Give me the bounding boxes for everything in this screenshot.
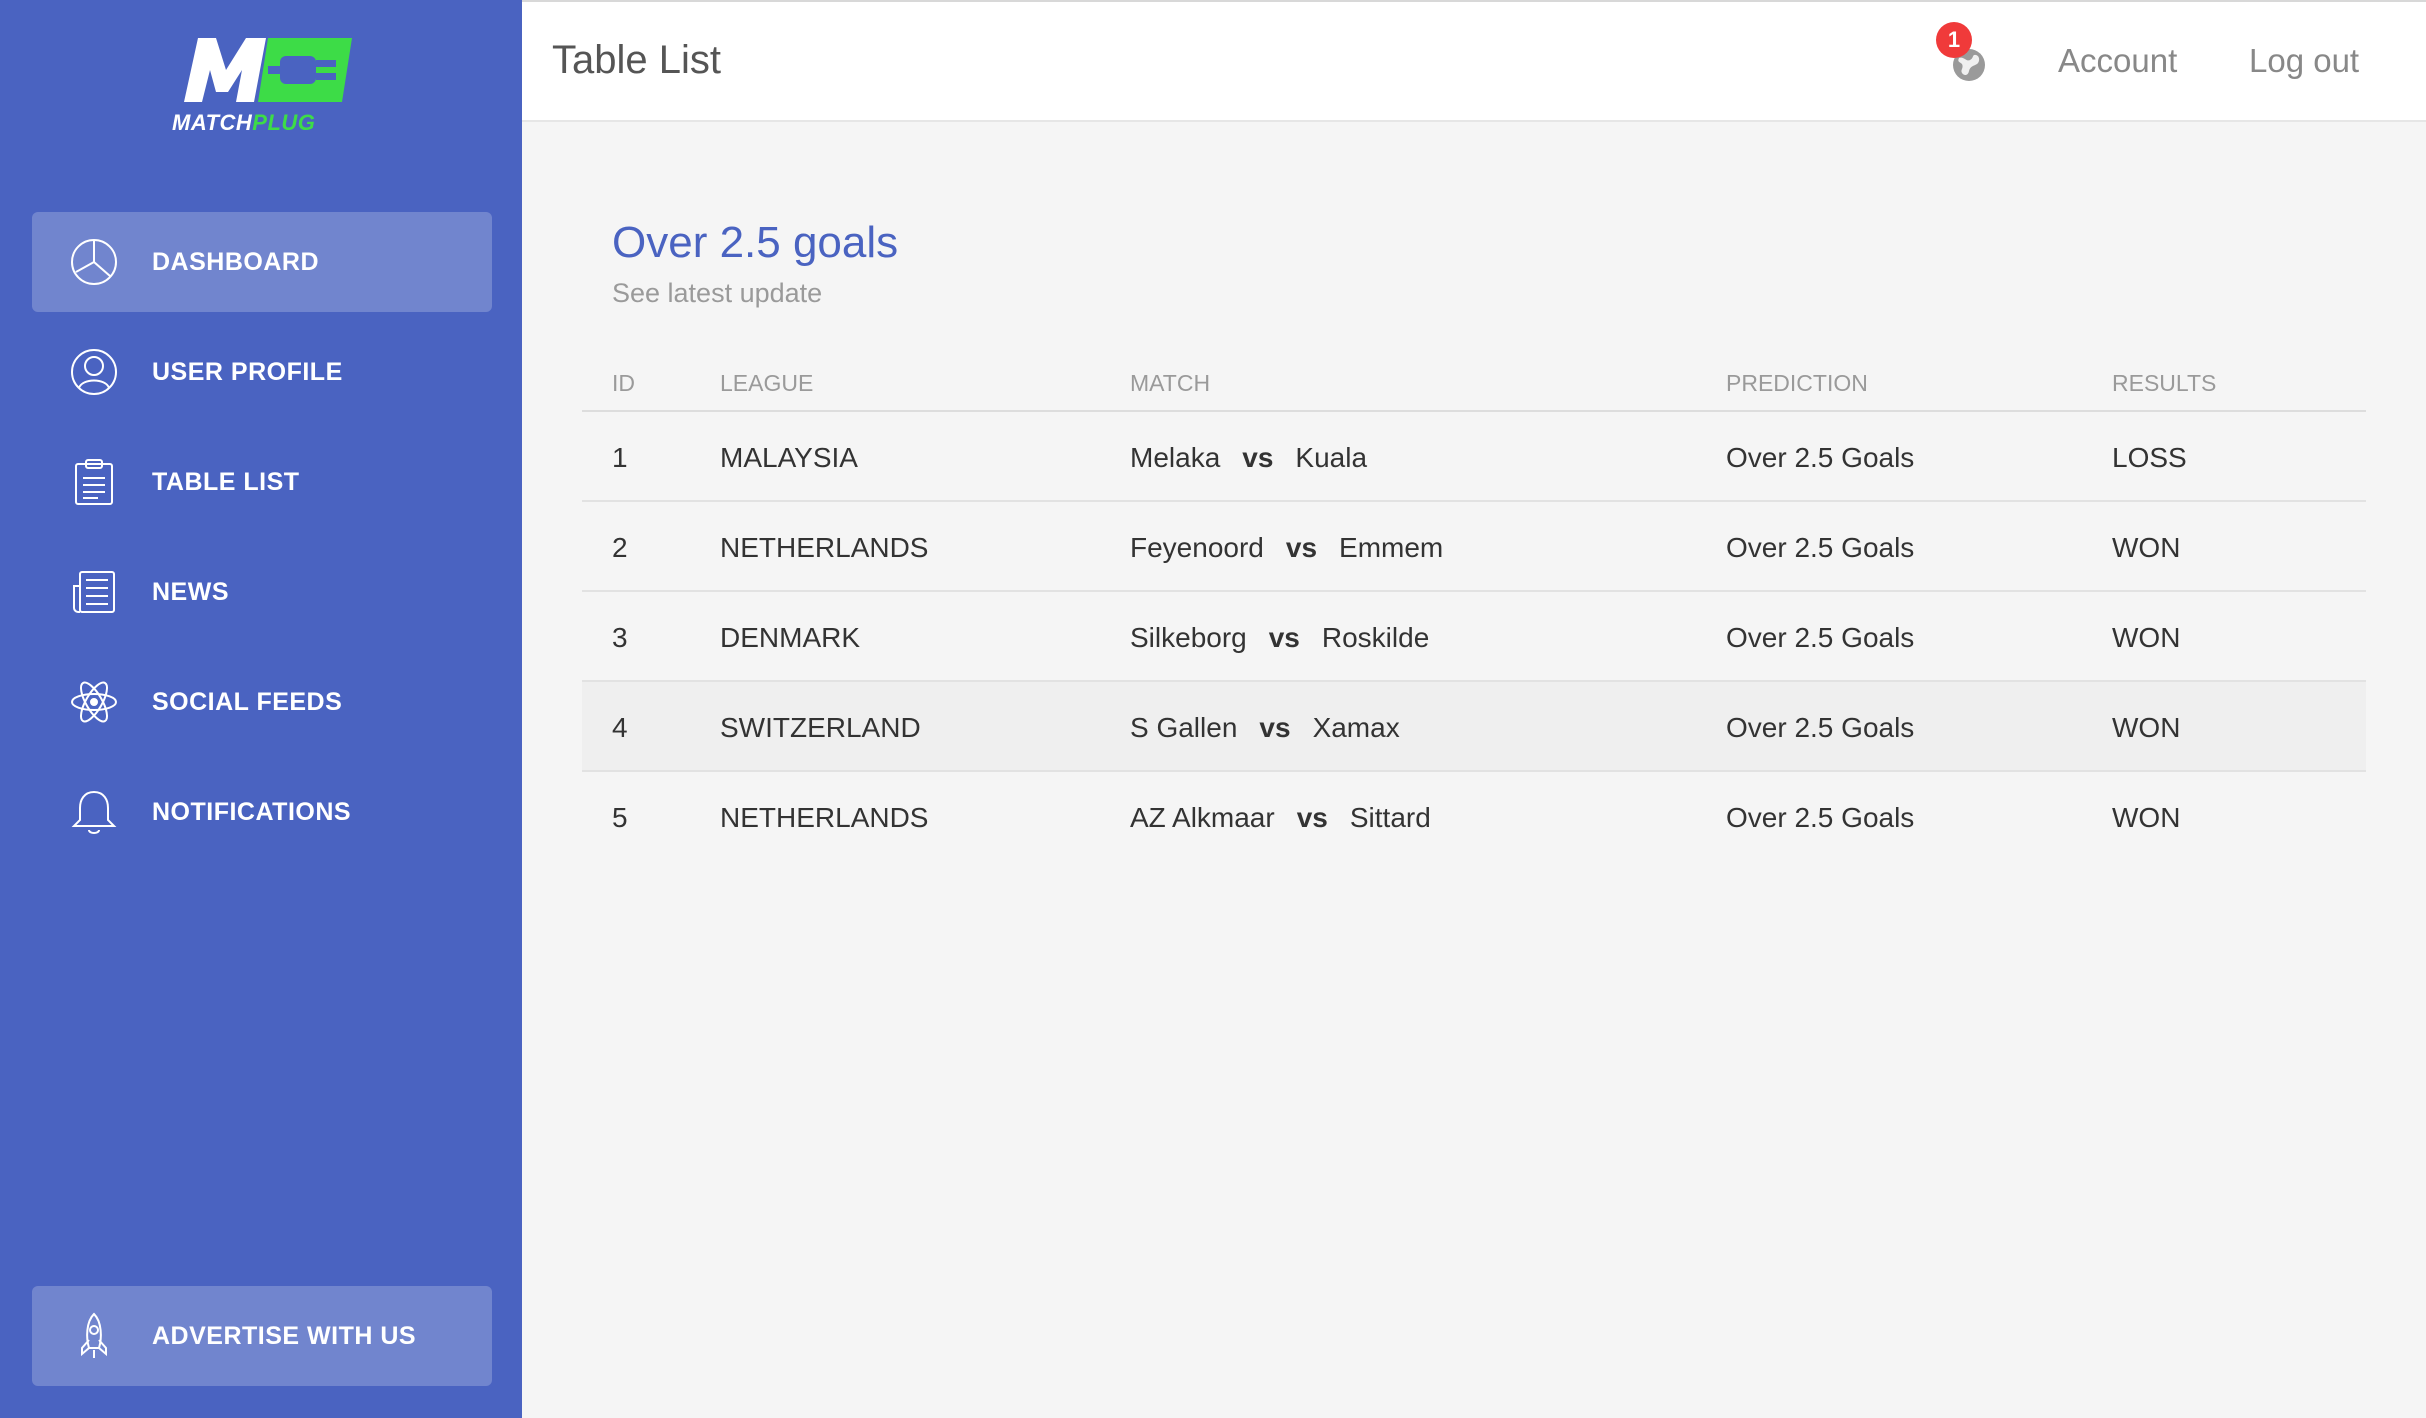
home-team: S Gallen	[1130, 712, 1238, 743]
cell-league: NETHERLANDS	[720, 802, 929, 833]
card-title: Over 2.5 goals	[612, 218, 899, 267]
home-team: Silkeborg	[1130, 622, 1247, 653]
advertise-label: ADVERTISE WITH US	[152, 1321, 417, 1350]
cell-result: WON	[2112, 622, 2181, 653]
cell-prediction: Over 2.5 Goals	[1726, 532, 1915, 563]
sidebar-item-label: NOTIFICATIONS	[152, 797, 352, 826]
sidebar-item-label: NEWS	[152, 577, 229, 606]
sidebar-item-news[interactable]: NEWS	[32, 542, 492, 642]
sidebar-item-notifications[interactable]: NOTIFICATIONS	[32, 762, 492, 862]
bell-icon	[66, 784, 122, 840]
sidebar-item-social-feeds[interactable]: SOCIAL FEEDS	[32, 652, 492, 752]
rocket-icon	[66, 1308, 122, 1364]
cell-id: 4	[612, 712, 628, 743]
card-subtitle: See latest update	[612, 278, 823, 308]
column-header-prediction: PREDICTION	[1726, 370, 1868, 396]
cell-id: 1	[612, 442, 628, 473]
home-team: Feyenoord	[1130, 532, 1264, 563]
cell-result: WON	[2112, 802, 2181, 833]
cell-match: Silkeborg vs Roskilde	[1130, 622, 1429, 654]
cell-result: WON	[2112, 532, 2181, 563]
table-header: ID LEAGUE MATCH PREDICTION RESULTS	[582, 360, 2366, 412]
table-row: 2 NETHERLANDS Feyenoord vs Emmem Over 2.5 …	[582, 502, 2366, 592]
cell-prediction: Over 2.5 Goals	[1726, 712, 1915, 743]
account-link[interactable]: Account	[2058, 42, 2177, 80]
cell-league: DENMARK	[720, 622, 861, 653]
cell-id: 2	[612, 532, 628, 563]
vs-label: vs	[1259, 712, 1291, 743]
matchplug-logo[interactable]: MATCHPLUG	[160, 24, 360, 144]
cell-league: SWITZERLAND	[720, 712, 921, 743]
home-team: AZ Alkmaar	[1130, 802, 1275, 833]
away-team: Xamax	[1312, 712, 1400, 743]
cell-match: Feyenoord vs Emmem	[1130, 532, 1443, 564]
cell-result: WON	[2112, 712, 2181, 743]
column-header-league: LEAGUE	[720, 370, 814, 396]
sidebar-item-label: USER PROFILE	[152, 357, 343, 386]
sidebar-item-table-list[interactable]: TABLE LIST	[32, 432, 492, 532]
cell-league: NETHERLANDS	[720, 532, 929, 563]
cell-prediction: Over 2.5 Goals	[1726, 802, 1915, 833]
cell-id: 5	[612, 802, 628, 833]
notification-count-badge: 1	[1936, 22, 1972, 58]
logout-link[interactable]: Log out	[2249, 42, 2359, 80]
page-title: Table List	[552, 38, 721, 82]
cell-id: 3	[612, 622, 628, 653]
vs-label: vs	[1268, 622, 1300, 653]
away-team: Roskilde	[1321, 622, 1430, 653]
sidebar-item-dashboard[interactable]: DASHBOARD	[32, 212, 492, 312]
away-team: Emmem	[1339, 532, 1444, 563]
cell-result: LOSS	[2112, 442, 2187, 473]
cell-league: MALAYSIA	[720, 442, 858, 473]
sidebar-item-user-profile[interactable]: USER PROFILE	[32, 322, 492, 422]
table-row: 1 MALAYSIA Melaka vs Kuala Over 2.5 Goals …	[582, 412, 2366, 502]
away-team: Sittard	[1349, 802, 1431, 833]
plug-logo-icon	[184, 38, 352, 102]
clipboard-icon	[66, 454, 122, 510]
cell-prediction: Over 2.5 Goals	[1726, 442, 1915, 473]
sidebar: MATCHPLUG DASHBOARD USER PROFILE TABLE L…	[0, 0, 522, 1418]
column-header-match: MATCH	[1130, 370, 1211, 396]
cell-match: Melaka vs Kuala	[1130, 442, 1367, 474]
vs-label: vs	[1242, 442, 1274, 473]
table-row: 3 DENMARK Silkeborg vs Roskilde Over 2.5 G…	[582, 592, 2366, 682]
sidebar-item-label: SOCIAL FEEDS	[152, 687, 343, 716]
cell-match: AZ Alkmaar vs Sittard	[1130, 802, 1431, 834]
newspaper-icon	[66, 564, 122, 620]
main-content: Over 2.5 goals See latest update ID LEAG…	[522, 124, 2426, 1418]
logo-wordmark: MATCHPLUG	[172, 110, 316, 135]
sidebar-item-label: DASHBOARD	[152, 247, 319, 276]
advertise-button[interactable]: ADVERTISE WITH US	[32, 1286, 492, 1386]
column-header-results: RESULTS	[2112, 370, 2217, 396]
user-icon	[66, 344, 122, 400]
away-team: Kuala	[1295, 442, 1368, 473]
cell-prediction: Over 2.5 Goals	[1726, 622, 1915, 653]
pie-chart-icon	[66, 234, 122, 290]
table-row: 5 NETHERLANDS AZ Alkmaar vs Sittard Over 2…	[582, 772, 2366, 862]
vs-label: vs	[1296, 802, 1328, 833]
top-navbar: Table List 1 Account Log out	[522, 0, 2426, 122]
vs-label: vs	[1285, 532, 1318, 563]
home-team: Melaka	[1130, 442, 1221, 473]
column-header-id: ID	[612, 370, 635, 396]
table-row: 4 SWITZERLAND S Gallen vs Xamax Over 2.5 G…	[582, 682, 2366, 772]
sidebar-item-label: TABLE LIST	[152, 467, 300, 496]
predictions-table: ID LEAGUE MATCH PREDICTION RESULTS 1 MAL…	[582, 360, 2366, 862]
atom-icon	[66, 674, 122, 730]
notifications-button[interactable]: 1	[1936, 22, 1990, 86]
cell-match: S Gallen vs Xamax	[1130, 712, 1400, 744]
